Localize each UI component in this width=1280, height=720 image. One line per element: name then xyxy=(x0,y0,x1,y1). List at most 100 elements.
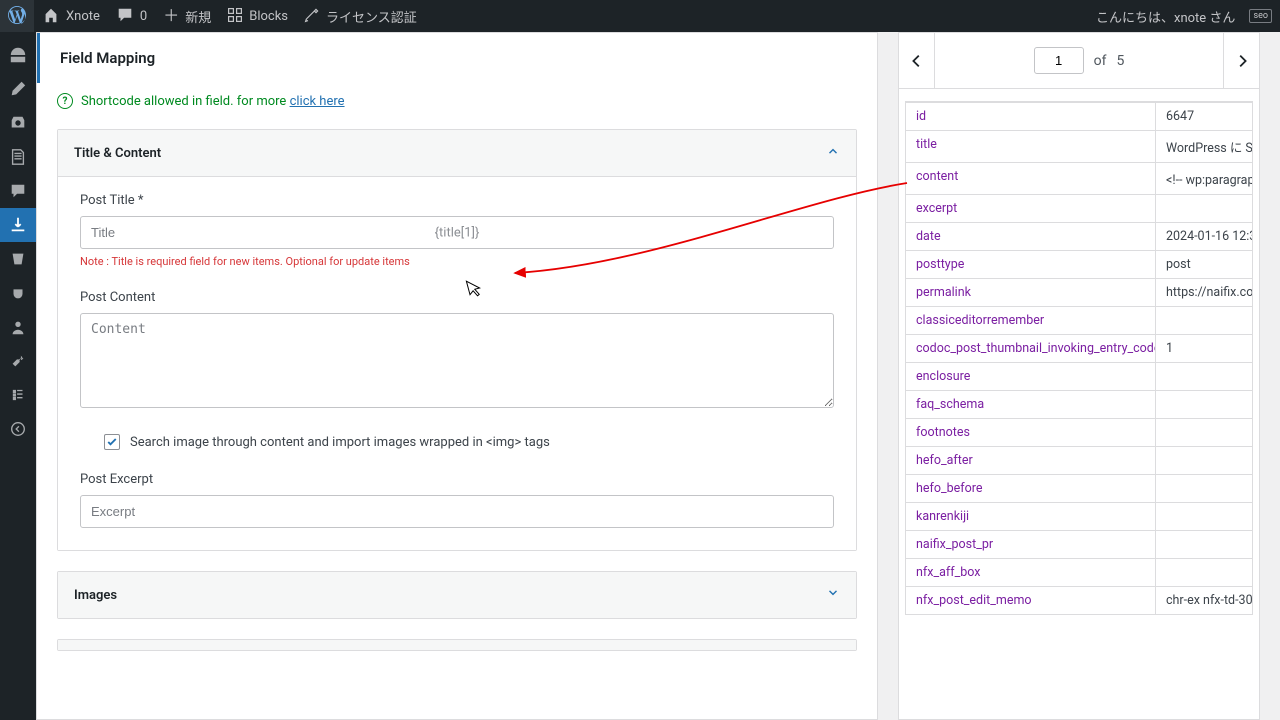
post-title-input[interactable] xyxy=(80,216,834,249)
table-row[interactable]: nfx_post_edit_memochr-ex nfx-td-30 s xyxy=(906,587,1253,615)
row-value xyxy=(1156,503,1253,531)
panel-images-header[interactable]: Images xyxy=(58,572,856,618)
post-content-input[interactable] xyxy=(80,313,834,408)
preview-data-table: id6647titleWordPress に SEcontent<!-- wp:… xyxy=(905,101,1253,719)
user-greeting[interactable]: こんにちは、xnote さん xyxy=(1088,0,1243,32)
sidebar-import-active[interactable] xyxy=(0,208,36,242)
post-title-note: Note : Title is required field for new i… xyxy=(80,255,834,268)
shortcode-link[interactable]: click here xyxy=(290,94,345,109)
pager-prev-button[interactable] xyxy=(899,33,935,88)
table-row[interactable]: hefo_after xyxy=(906,447,1253,475)
row-value: chr-ex nfx-td-30 s xyxy=(1156,587,1253,615)
sidebar-tools[interactable] xyxy=(0,344,36,378)
table-row[interactable]: posttypepost xyxy=(906,251,1253,279)
panel-title-content-header[interactable]: Title & Content xyxy=(58,130,856,177)
pager-total: 5 xyxy=(1116,53,1124,69)
admin-bar-right: こんにちは、xnote さん seo xyxy=(1088,0,1272,32)
row-key: footnotes xyxy=(906,419,1156,447)
seo-badge: seo xyxy=(1249,9,1272,23)
search-image-checkbox[interactable] xyxy=(104,434,120,450)
shortcode-notice: ? Shortcode allowed in field. for more c… xyxy=(37,83,877,119)
sidebar-plugins[interactable] xyxy=(0,276,36,310)
wp-logo-menu[interactable] xyxy=(0,0,34,32)
pager-next-button[interactable] xyxy=(1223,33,1259,88)
table-row[interactable]: footnotes xyxy=(906,419,1253,447)
table-row[interactable]: id6647 xyxy=(906,103,1253,131)
help-icon: ? xyxy=(57,93,73,109)
row-key: enclosure xyxy=(906,363,1156,391)
blocks-icon xyxy=(227,7,243,26)
sidebar-posts[interactable] xyxy=(0,72,36,106)
admin-sidebar xyxy=(0,32,36,720)
post-content-label: Post Content xyxy=(80,290,834,305)
table-row[interactable]: hefo_before xyxy=(906,475,1253,503)
new-content-menu[interactable]: ＋ 新規 xyxy=(155,0,219,32)
row-value xyxy=(1156,447,1253,475)
comments-menu[interactable]: 0 xyxy=(108,0,155,32)
panel-title-content: Title & Content Post Title * {title[1]} … xyxy=(57,129,857,551)
preview-col: of 5 id6647titleWordPress に SEcontent<!-… xyxy=(898,32,1260,720)
panel-title-content-label: Title & Content xyxy=(74,146,161,161)
sidebar-users[interactable] xyxy=(0,310,36,344)
license-menu[interactable]: ライセンス認証 xyxy=(296,0,425,32)
sidebar-dashboard[interactable] xyxy=(0,38,36,72)
panel-images: Images xyxy=(57,571,857,619)
row-key: kanrenkiji xyxy=(906,503,1156,531)
post-content-group: Post Content xyxy=(80,290,834,412)
table-row[interactable]: codoc_post_thumbnail_invoking_entry_code… xyxy=(906,335,1253,363)
sidebar-appearance[interactable] xyxy=(0,242,36,276)
table-row[interactable]: faq_schema xyxy=(906,391,1253,419)
table-row[interactable]: enclosure xyxy=(906,363,1253,391)
main-content: Field Mapping ? Shortcode allowed in fie… xyxy=(36,32,1280,720)
row-key: id xyxy=(906,103,1156,131)
field-mapping-col: Field Mapping ? Shortcode allowed in fie… xyxy=(36,32,878,720)
row-key: nfx_aff_box xyxy=(906,559,1156,587)
blocks-menu[interactable]: Blocks xyxy=(219,0,296,32)
wordpress-icon xyxy=(8,6,26,27)
home-icon xyxy=(42,6,60,27)
post-excerpt-group: Post Excerpt xyxy=(80,472,834,528)
pager-current-input[interactable] xyxy=(1034,47,1084,74)
row-value: <!-- wp:paragraph 当に必要なのでし なく、むしろ悪影 xyxy=(1156,163,1253,195)
pager-of-label: of xyxy=(1094,53,1107,69)
row-key: posttype xyxy=(906,251,1156,279)
row-value: 2024-01-16 12:33 xyxy=(1156,223,1253,251)
row-value xyxy=(1156,363,1253,391)
row-value: https://naifix.co xyxy=(1156,279,1253,307)
row-value xyxy=(1156,475,1253,503)
sidebar-pages[interactable] xyxy=(0,140,36,174)
row-value xyxy=(1156,195,1253,223)
sidebar-settings[interactable] xyxy=(0,378,36,412)
row-key: date xyxy=(906,223,1156,251)
shortcode-notice-text: Shortcode allowed in field. for more xyxy=(81,94,290,109)
sidebar-media[interactable] xyxy=(0,106,36,140)
new-label: 新規 xyxy=(185,7,211,26)
table-row[interactable]: content<!-- wp:paragraph 当に必要なのでし なく、むしろ… xyxy=(906,163,1253,195)
table-row[interactable]: date2024-01-16 12:33 xyxy=(906,223,1253,251)
panel-next-header[interactable] xyxy=(58,640,856,650)
table-row[interactable]: nfx_aff_box xyxy=(906,559,1253,587)
row-value: 1 xyxy=(1156,335,1253,363)
table-row[interactable]: permalinkhttps://naifix.co xyxy=(906,279,1253,307)
row-value xyxy=(1156,307,1253,335)
table-row[interactable]: kanrenkiji xyxy=(906,503,1253,531)
greeting-text: こんにちは、xnote さん xyxy=(1096,7,1235,26)
admin-bar: Xnote 0 ＋ 新規 Blocks ライセンス認証 こんにちは、xnote xyxy=(0,0,1280,32)
table-row[interactable]: titleWordPress に SE xyxy=(906,131,1253,163)
row-value: 6647 xyxy=(1156,103,1253,131)
post-excerpt-input[interactable] xyxy=(80,495,834,528)
panel-title-content-body: Post Title * {title[1]} Note : Title is … xyxy=(58,177,856,550)
table-row[interactable]: excerpt xyxy=(906,195,1253,223)
row-key: excerpt xyxy=(906,195,1156,223)
site-name-menu[interactable]: Xnote xyxy=(34,0,108,32)
search-image-row: Search image through content and import … xyxy=(80,434,834,450)
table-row[interactable]: naifix_post_pr xyxy=(906,531,1253,559)
row-key: hefo_after xyxy=(906,447,1156,475)
sidebar-collapse[interactable] xyxy=(0,412,36,446)
sidebar-comments[interactable] xyxy=(0,174,36,208)
table-row[interactable]: classiceditorremember xyxy=(906,307,1253,335)
panel-images-label: Images xyxy=(74,588,117,603)
row-value xyxy=(1156,531,1253,559)
row-key: codoc_post_thumbnail_invoking_entry_code xyxy=(906,335,1156,363)
row-value: WordPress に SE xyxy=(1156,131,1253,163)
